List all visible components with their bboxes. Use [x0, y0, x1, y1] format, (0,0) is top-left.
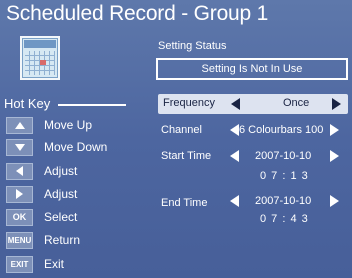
up-key[interactable] — [6, 116, 33, 134]
end-date-right-arrow-icon[interactable] — [330, 195, 339, 207]
calendar-icon — [20, 36, 60, 80]
ok-key[interactable]: OK — [6, 208, 33, 226]
exit-key[interactable]: EXIT — [6, 255, 33, 273]
hotkey-adjust-left: Adjust — [6, 162, 77, 180]
hotkey-move-up: Move Up — [6, 116, 92, 134]
setting-status-box: Setting Is Not In Use — [156, 58, 348, 80]
end-time-value[interactable]: 0 7 : 4 3 — [260, 213, 309, 225]
calendar-marked-day — [40, 60, 46, 65]
hotkey-title: Hot Key — [4, 96, 51, 111]
channel-label: Channel — [161, 124, 202, 136]
arrow-down-icon — [14, 143, 25, 151]
frequency-row[interactable]: Frequency Once — [158, 94, 348, 114]
hotkey-move-down: Move Down — [6, 138, 107, 156]
frequency-right-arrow-icon[interactable] — [332, 98, 341, 110]
end-time-label: End Time — [161, 197, 208, 209]
end-date-value[interactable]: 2007-10-10 — [255, 195, 311, 207]
scheduled-record-screen: Scheduled Record - Group 1 Hot Key Move … — [0, 0, 352, 278]
hotkey-label: Move Down — [44, 140, 108, 154]
hotkey-return: MENU Return — [6, 231, 80, 249]
start-time-value[interactable]: 0 7 : 1 3 — [260, 170, 309, 182]
hotkey-select: OK Select — [6, 208, 77, 226]
arrow-right-icon — [16, 189, 23, 199]
hotkey-label: Select — [44, 210, 78, 224]
start-date-left-arrow-icon[interactable] — [230, 150, 239, 162]
hotkey-divider — [58, 104, 126, 106]
hotkey-label: Move Up — [44, 118, 93, 132]
end-date-left-arrow-icon[interactable] — [230, 195, 239, 207]
start-date-value[interactable]: 2007-10-10 — [255, 150, 311, 162]
arrow-left-icon — [16, 166, 23, 176]
hotkey-label: Adjust — [44, 164, 78, 178]
channel-right-arrow-icon[interactable] — [330, 124, 339, 136]
frequency-label: Frequency — [163, 97, 215, 109]
left-key[interactable] — [6, 162, 33, 180]
right-key[interactable] — [6, 185, 33, 203]
start-time-label: Start Time — [161, 150, 212, 162]
frequency-value: Once — [283, 97, 310, 109]
start-date-right-arrow-icon[interactable] — [330, 150, 339, 162]
hotkey-adjust-right: Adjust — [6, 185, 77, 203]
hotkey-exit: EXIT Exit — [6, 255, 64, 273]
page-title: Scheduled Record - Group 1 — [6, 2, 269, 25]
frequency-left-arrow-icon[interactable] — [231, 98, 240, 110]
hotkey-label: Return — [44, 233, 81, 247]
channel-left-arrow-icon[interactable] — [230, 124, 239, 136]
hotkey-label: Exit — [44, 257, 65, 271]
channel-value[interactable]: 6 Colourbars 100 — [239, 124, 323, 136]
hotkey-label: Adjust — [44, 187, 78, 201]
down-key[interactable] — [6, 138, 33, 156]
menu-key[interactable]: MENU — [6, 231, 33, 249]
arrow-up-icon — [14, 121, 25, 129]
setting-status-title: Setting Status — [158, 40, 227, 52]
calendar-header — [24, 40, 56, 48]
